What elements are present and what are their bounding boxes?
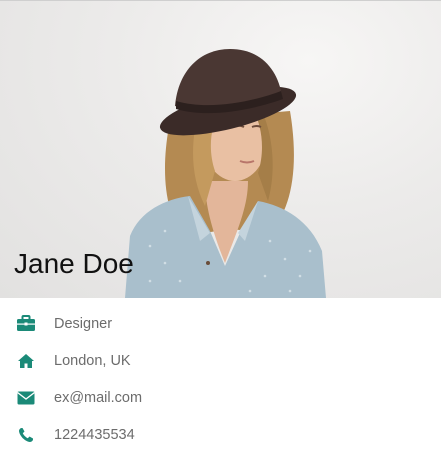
phone-icon [16, 425, 36, 445]
profile-card: Jane Doe Designer London, UK ex@mail.com… [0, 0, 441, 449]
profile-name: Jane Doe [14, 248, 134, 279]
occupation-text: Designer [54, 315, 113, 332]
detail-row-location: London, UK [0, 342, 441, 379]
email-text: ex@mail.com [54, 389, 143, 406]
phone-text: 1224435534 [54, 426, 135, 443]
home-icon [16, 351, 36, 371]
detail-row-occupation: Designer [0, 305, 441, 342]
detail-row-email: ex@mail.com [0, 379, 441, 416]
envelope-icon [16, 388, 36, 408]
briefcase-icon [16, 314, 36, 334]
detail-row-phone: 1224435534 [0, 416, 441, 449]
location-text: London, UK [54, 352, 131, 369]
profile-details: Designer London, UK ex@mail.com 12244355… [0, 305, 441, 449]
